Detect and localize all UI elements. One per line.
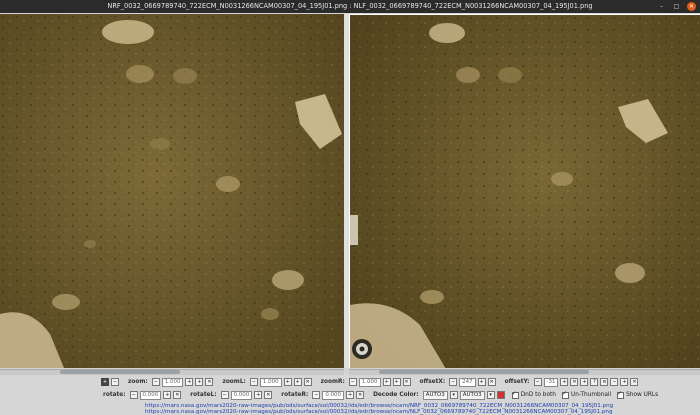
zoom-label: zoom: (128, 379, 148, 385)
window-titlebar: NRF_0032_0669789740_722ECM_N0031266NCAM0… (0, 0, 700, 13)
offsetY-reset-button[interactable]: ✕ (570, 378, 579, 386)
un-thumbnail-checkbox[interactable] (561, 390, 569, 399)
un-thumbnail-label: Un-Thumbnail (570, 392, 612, 398)
window-controls: – □ ✕ (657, 0, 696, 13)
rotateR-input[interactable]: 0.000 (322, 390, 345, 400)
decode-color-right-select[interactable]: AUTO3 (459, 390, 485, 400)
zoom-increase-button[interactable]: + (185, 378, 194, 386)
menu-button[interactable]: ≡ (600, 378, 609, 386)
zoomL-input[interactable]: 1.000 (259, 377, 282, 387)
maximize-icon[interactable]: □ (672, 2, 681, 11)
zoom-reset-button[interactable]: ✕ (205, 378, 214, 386)
minimize-icon[interactable]: – (657, 2, 666, 11)
rotateR-increase-button[interactable]: + (346, 391, 355, 399)
controls-row-2: rotate: − 0.000 + ✕ rotateL: − 0.000 + ✕… (95, 390, 658, 400)
offsetX-input[interactable]: 247 (459, 377, 476, 387)
sync-toggle[interactable]: + (101, 378, 109, 386)
color-palette-icon[interactable] (496, 391, 505, 399)
left-image-pane[interactable] (0, 14, 344, 368)
right-scroll-thumb[interactable] (379, 370, 589, 374)
minus-extra-button[interactable]: − (610, 378, 619, 386)
zoomL-increase-button[interactable]: + (283, 378, 292, 386)
swap-button[interactable]: + (580, 378, 589, 386)
show-urls-label: Show URLs (626, 392, 659, 398)
zoomL-label: zoomL: (222, 379, 246, 385)
offsetX-decrease-button[interactable]: − (449, 378, 458, 386)
right-image-pane[interactable] (349, 14, 700, 368)
left-image-url[interactable]: https://mars.nasa.gov/mars2020-raw-image… (145, 409, 613, 415)
zoomL-reset-button[interactable]: ✕ (303, 378, 312, 386)
close-extra-button[interactable]: ✕ (630, 378, 639, 386)
layout-toggle[interactable]: − (111, 378, 119, 386)
offsetY-increase-button[interactable]: + (560, 378, 569, 386)
zoom-input[interactable]: 1.000 (161, 377, 184, 387)
rotateL-increase-button[interactable]: + (254, 391, 263, 399)
zoomR-increase-button[interactable]: + (382, 378, 391, 386)
offsetY-decrease-button[interactable]: − (533, 378, 542, 386)
zoom-plus2-button[interactable]: + (195, 378, 204, 386)
rotate-increase-button[interactable]: + (163, 391, 172, 399)
rotateL-label: rotateL: (190, 392, 217, 398)
window-title: NRF_0032_0669789740_722ECM_N0031266NCAM0… (107, 2, 593, 10)
rotate-decrease-button[interactable]: − (129, 391, 138, 399)
plus-extra-button[interactable]: + (620, 378, 629, 386)
dnd-to-both-label: DnD to both (520, 392, 556, 398)
controls-row-1: + − zoom: − 1.000 + + ✕ zoomL: − 1.000 +… (100, 377, 639, 387)
zoomL-plus2-button[interactable]: + (293, 378, 302, 386)
zoom-decrease-button[interactable]: − (151, 378, 160, 386)
offsetX-label: offsetX: (419, 379, 446, 385)
offsetY-label: offsetY: (504, 379, 530, 385)
rotateR-decrease-button[interactable]: − (312, 391, 321, 399)
stereo-viewer (0, 14, 700, 375)
zoomR-plus2-button[interactable]: + (392, 378, 401, 386)
decode-color-label: Decode Color: (373, 392, 419, 398)
decode-right-dropdown-icon[interactable]: ▾ (486, 391, 495, 399)
show-urls-checkbox[interactable] (617, 390, 625, 399)
zoomR-input[interactable]: 1.000 (358, 377, 381, 387)
left-scroll-thumb[interactable] (60, 370, 180, 374)
rotate-input[interactable]: 0.000 (139, 390, 162, 400)
help-button[interactable]: ? (590, 378, 599, 386)
close-icon[interactable]: ✕ (687, 2, 696, 11)
zoomR-reset-button[interactable]: ✕ (402, 378, 411, 386)
right-mars-image (350, 15, 700, 368)
rotate-label: rotate: (103, 392, 126, 398)
control-panel: + − zoom: − 1.000 + + ✕ zoomL: − 1.000 +… (0, 375, 700, 415)
decode-left-dropdown-icon[interactable]: ▾ (449, 391, 458, 399)
rotateL-decrease-button[interactable]: − (220, 391, 229, 399)
offsetY-input[interactable]: -31 (543, 377, 559, 387)
rotate-reset-button[interactable]: ✕ (173, 391, 182, 399)
rotateR-label: rotateR: (281, 392, 309, 398)
rotateL-input[interactable]: 0.000 (230, 390, 253, 400)
zoomL-decrease-button[interactable]: − (249, 378, 258, 386)
dnd-to-both-checkbox[interactable] (511, 390, 519, 399)
decode-color-left-select[interactable]: AUTO3 (422, 390, 448, 400)
offsetX-increase-button[interactable]: + (477, 378, 486, 386)
zoomR-decrease-button[interactable]: − (348, 378, 357, 386)
left-mars-image (0, 14, 344, 368)
offsetX-reset-button[interactable]: ✕ (487, 378, 496, 386)
rotateL-reset-button[interactable]: ✕ (264, 391, 273, 399)
rotateR-reset-button[interactable]: ✕ (356, 391, 365, 399)
zoomR-label: zoomR: (320, 379, 345, 385)
